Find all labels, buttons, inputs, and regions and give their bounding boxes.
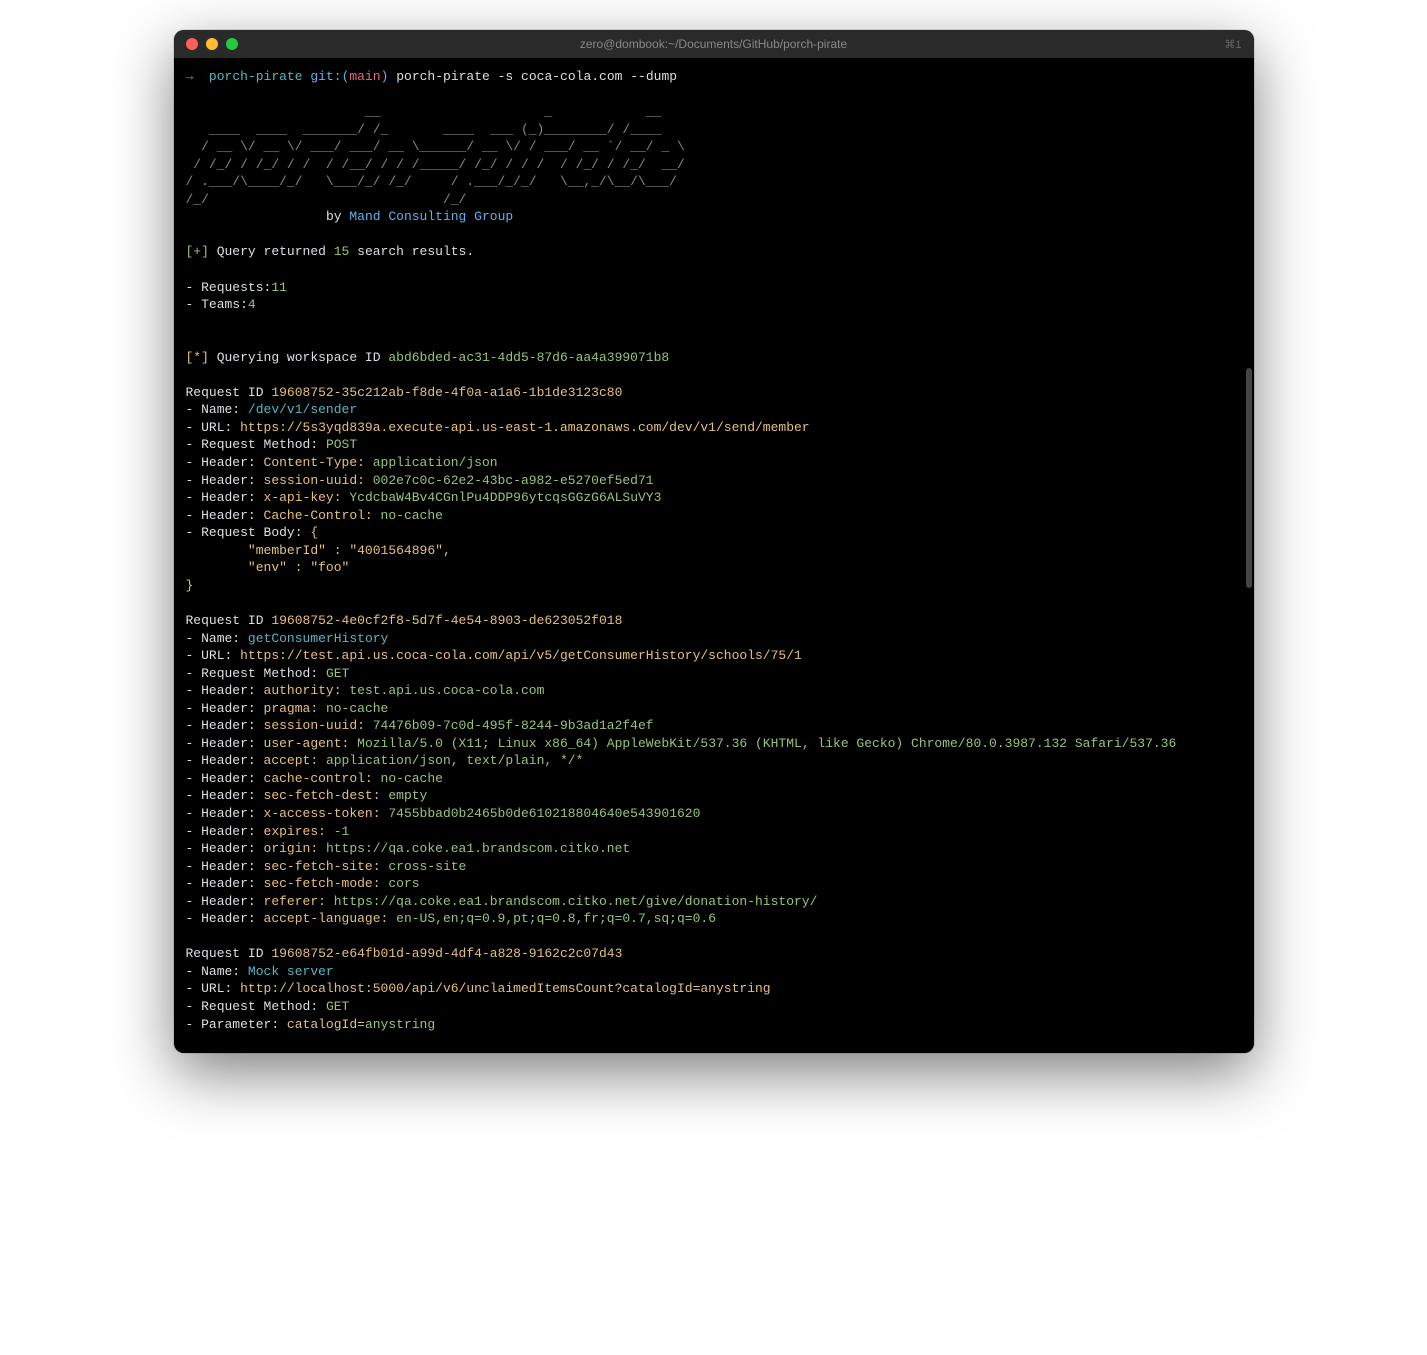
workspace-line: [*] Querying workspace ID abd6bded-ac31-…: [186, 349, 1242, 367]
request-id: 19608752-e64fb01d-a99d-4df4-a828-9162c2c…: [271, 946, 622, 961]
prompt-branch: main: [349, 69, 380, 84]
traffic-lights: [186, 38, 238, 50]
request-url-line: - URL: http://localhost:5000/api/v6/uncl…: [186, 980, 1242, 998]
request-method-line: - Request Method: GET: [186, 998, 1242, 1016]
request-id: 19608752-4e0cf2f8-5d7f-4e54-8903-de62305…: [271, 613, 622, 628]
ascii-art: __ _ __: [186, 103, 1242, 121]
request-method-line: - Request Method: GET: [186, 665, 1242, 683]
plus-marker: [+]: [186, 244, 209, 259]
header-line: - Header: user-agent: Mozilla/5.0 (X11; …: [186, 735, 1242, 753]
header-line: - Header: referer: https://qa.coke.ea1.b…: [186, 893, 1242, 911]
request-url-line: - URL: https://5s3yqd839a.execute-api.us…: [186, 419, 1242, 437]
request-name-line: - Name: /dev/v1/sender: [186, 401, 1242, 419]
header-line: - Header: cache-control: no-cache: [186, 770, 1242, 788]
result-count: 15: [334, 244, 350, 259]
teams-count-line: - Teams:4: [186, 296, 1242, 314]
credit-line: by Mand Consulting Group: [186, 208, 1242, 226]
header-line: - Header: Cache-Control: no-cache: [186, 507, 1242, 525]
header-line: - Header: Content-Type: application/json: [186, 454, 1242, 472]
ascii-art: / __ \/ __ \/ ___/ ___/ __ \______/ __ \…: [186, 138, 1242, 156]
header-line: - Header: origin: https://qa.coke.ea1.br…: [186, 840, 1242, 858]
minimize-icon[interactable]: [206, 38, 218, 50]
header-line: - Header: authority: test.api.us.coca-co…: [186, 682, 1242, 700]
scrollbar[interactable]: [1246, 368, 1252, 588]
header-line: - Header: session-uuid: 002e7c0c-62e2-43…: [186, 472, 1242, 490]
header-line: - Header: x-api-key: YcdcbaW4Bv4CGnlPu4D…: [186, 489, 1242, 507]
parameter-line: - Parameter: catalogId=anystring: [186, 1016, 1242, 1034]
close-icon[interactable]: [186, 38, 198, 50]
terminal-window: zero@dombook:~/Documents/GitHub/porch-pi…: [174, 30, 1254, 1053]
prompt-line: → porch-pirate git:(main) porch-pirate -…: [186, 68, 1242, 86]
titlebar-shortcut: ⌘1: [1224, 38, 1241, 51]
header-line: - Header: x-access-token: 7455bbad0b2465…: [186, 805, 1242, 823]
titlebar[interactable]: zero@dombook:~/Documents/GitHub/porch-pi…: [174, 30, 1254, 58]
request-body-content: "memberId" : "4001564896",: [186, 542, 1242, 560]
credit-group: Mand Consulting Group: [349, 209, 513, 224]
prompt-path: porch-pirate: [209, 69, 303, 84]
maximize-icon[interactable]: [226, 38, 238, 50]
window-title: zero@dombook:~/Documents/GitHub/porch-pi…: [580, 37, 847, 51]
request-id-line: Request ID 19608752-35c212ab-f8de-4f0a-a…: [186, 384, 1242, 402]
ascii-art: / /_/ / /_/ / / / /__/ / / /_____/ /_/ /…: [186, 156, 1242, 174]
header-line: - Header: accept-language: en-US,en;q=0.…: [186, 910, 1242, 928]
header-line: - Header: session-uuid: 74476b09-7c0d-49…: [186, 717, 1242, 735]
request-url-line: - URL: https://test.api.us.coca-cola.com…: [186, 647, 1242, 665]
request-body-close: }: [186, 577, 1242, 595]
request-method-line: - Request Method: POST: [186, 436, 1242, 454]
prompt-arrow: →: [186, 69, 194, 84]
ascii-art: / .___/\____/_/ \___/_/ /_/ / .___/_/_/ …: [186, 173, 1242, 191]
summary-returned: [+] Query returned 15 search results.: [186, 243, 1242, 261]
request-name-line: - Name: getConsumerHistory: [186, 630, 1242, 648]
requests-count-line: - Requests:11: [186, 279, 1242, 297]
header-line: - Header: sec-fetch-dest: empty: [186, 787, 1242, 805]
ascii-art: ____ ____ _______/ /_ ____ ___ (_)______…: [186, 121, 1242, 139]
request-name-line: - Name: Mock server: [186, 963, 1242, 981]
star-marker: [*]: [186, 350, 209, 365]
header-line: - Header: expires: -1: [186, 823, 1242, 841]
request-body-content: "env" : "foo": [186, 559, 1242, 577]
prompt-git-prefix: git:(: [310, 69, 349, 84]
header-line: - Header: sec-fetch-site: cross-site: [186, 858, 1242, 876]
request-id: 19608752-35c212ab-f8de-4f0a-a1a6-1b1de31…: [271, 385, 622, 400]
request-body-line: - Request Body: {: [186, 524, 1242, 542]
request-id-line: Request ID 19608752-4e0cf2f8-5d7f-4e54-8…: [186, 612, 1242, 630]
header-line: - Header: sec-fetch-mode: cors: [186, 875, 1242, 893]
ascii-art: /_/ /_/: [186, 191, 1242, 209]
prompt-git-suffix: ): [381, 69, 389, 84]
command-text: porch-pirate -s coca-cola.com --dump: [396, 69, 677, 84]
terminal-body[interactable]: → porch-pirate git:(main) porch-pirate -…: [174, 58, 1254, 1053]
header-line: - Header: pragma: no-cache: [186, 700, 1242, 718]
header-line: - Header: accept: application/json, text…: [186, 752, 1242, 770]
workspace-id: abd6bded-ac31-4dd5-87d6-aa4a399071b8: [388, 350, 669, 365]
request-id-line: Request ID 19608752-e64fb01d-a99d-4df4-a…: [186, 945, 1242, 963]
